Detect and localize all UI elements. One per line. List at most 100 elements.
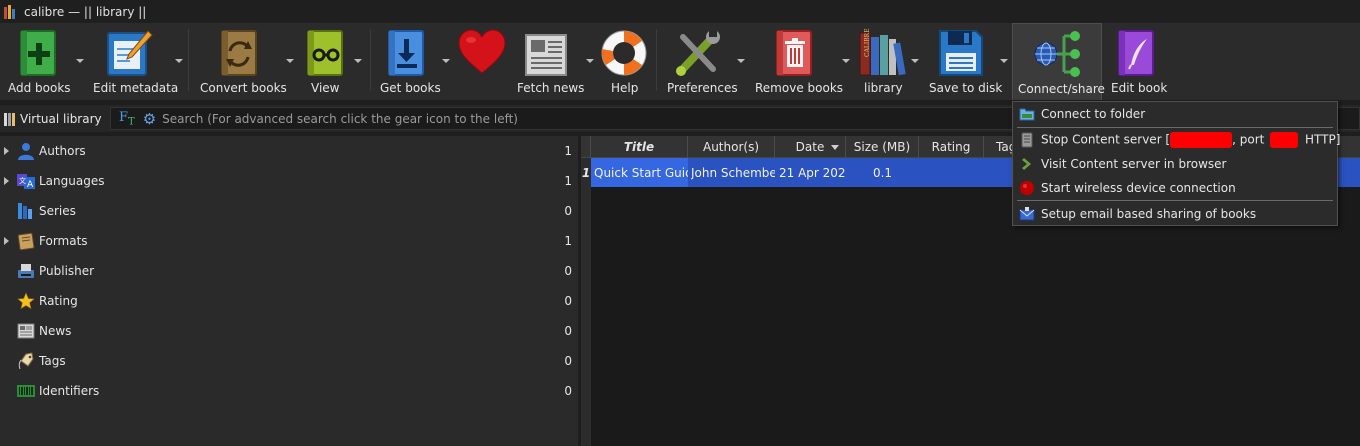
expand-arrow-icon[interactable] <box>4 177 9 185</box>
edit-metadata-label: Edit metadata <box>93 81 179 95</box>
get-books-icon <box>388 30 424 76</box>
get-books-label: Get books <box>380 81 441 95</box>
edit-metadata-dropdown-arrow[interactable] <box>175 59 183 63</box>
virtual-library-icon <box>4 112 16 126</box>
remove-books-button[interactable]: Remove books <box>752 23 843 100</box>
expand-arrow-icon[interactable] <box>4 147 9 155</box>
fetch-news-dropdown-arrow[interactable] <box>586 59 594 63</box>
title-bar: calibre — || library || <box>0 0 1360 23</box>
redacted-address <box>1170 132 1233 148</box>
svg-text:CALIBRE: CALIBRE <box>864 28 871 57</box>
edit-book-label: Edit book <box>1111 81 1168 95</box>
tag-label: Formats <box>39 234 88 248</box>
expand-arrow-icon[interactable] <box>4 237 9 245</box>
tag-browser-item-languages[interactable]: A 文 Languages 1 <box>0 166 578 196</box>
get-books-dropdown-arrow[interactable] <box>442 59 450 63</box>
tag-browser-item-news[interactable]: News 0 <box>0 316 578 346</box>
cell-date[interactable]: 21 Apr 2025 <box>779 158 846 187</box>
connect-share-icon <box>1034 31 1080 77</box>
add-books-dropdown-arrow[interactable] <box>76 59 84 63</box>
fetch-news-label: Fetch news <box>517 81 585 95</box>
preferences-label: Preferences <box>667 81 738 95</box>
cell-rating[interactable] <box>919 158 984 187</box>
tag-browser-item-authors[interactable]: Authors 1 <box>0 136 578 166</box>
column-header-authors[interactable]: Author(s) <box>688 136 775 158</box>
get-books-button[interactable]: Get books <box>376 23 441 100</box>
view-dropdown-arrow[interactable] <box>354 59 362 63</box>
email-icon <box>1019 207 1035 221</box>
rating-star-icon <box>17 292 35 310</box>
svg-text:文: 文 <box>19 176 26 185</box>
donate-heart-button[interactable] <box>454 23 510 100</box>
tag-browser-item-identifiers[interactable]: Identifiers 0 <box>0 376 578 406</box>
preferences-dropdown-arrow[interactable] <box>737 59 745 63</box>
search-input[interactable]: Search (For advanced search click the ge… <box>162 112 518 126</box>
convert-books-dropdown-arrow[interactable] <box>286 59 294 63</box>
tag-browser-item-publisher[interactable]: Publisher 0 <box>0 256 578 286</box>
tag-label: Languages <box>39 174 105 188</box>
cell-size[interactable]: 0.1 <box>846 158 919 187</box>
menu-item-label: Stop Content server [, port HTTP] <box>1041 132 1340 148</box>
library-label: library <box>864 81 903 95</box>
tag-browser-item-formats[interactable]: Formats 1 <box>0 226 578 256</box>
column-header-title[interactable]: Title <box>591 136 688 158</box>
tag-browser-item-tags[interactable]: Tags 0 <box>0 346 578 376</box>
add-books-button[interactable]: Add books <box>4 23 72 100</box>
column-header-rating[interactable]: Rating <box>919 136 984 158</box>
identifiers-barcode-icon <box>17 385 35 397</box>
window-title: calibre — || library || <box>24 4 147 19</box>
fetch-news-icon <box>525 34 567 76</box>
view-button[interactable]: View <box>300 23 348 100</box>
edit-book-button[interactable]: Edit book <box>1106 23 1168 100</box>
fetch-news-button[interactable]: Fetch news <box>514 23 584 100</box>
save-to-disk-dropdown-arrow[interactable] <box>1000 59 1008 63</box>
menu-separator <box>1017 200 1333 201</box>
row-number-header <box>581 136 591 158</box>
tag-count: 0 <box>564 384 572 398</box>
connect-share-button[interactable]: Connect/share <box>1012 23 1105 100</box>
preferences-button[interactable]: Preferences <box>664 23 738 100</box>
main-toolbar: Add books Edit metadata Convert books Vi… <box>0 23 1360 100</box>
menu-item-start-wireless-connection[interactable]: Start wireless device connection <box>1013 176 1337 200</box>
tag-browser-item-series[interactable]: Series 0 <box>0 196 578 226</box>
virtual-library-button[interactable]: Virtual library <box>4 109 102 129</box>
redacted-port <box>1270 132 1299 148</box>
toolbar-separator <box>370 29 371 91</box>
edit-metadata-button[interactable]: Edit metadata <box>90 23 178 100</box>
full-text-search-icon[interactable]: FT <box>119 110 135 128</box>
tag-count: 1 <box>564 234 572 248</box>
toolbar-separator <box>656 29 657 91</box>
gear-icon[interactable]: ⚙ <box>143 110 156 128</box>
menu-item-setup-email-sharing[interactable]: Setup email based sharing of books <box>1013 202 1337 226</box>
column-header-size[interactable]: Size (MB) <box>846 136 919 158</box>
menu-item-connect-to-folder[interactable]: Connect to folder <box>1013 102 1337 126</box>
library-dropdown-arrow[interactable] <box>911 59 919 63</box>
tag-count: 0 <box>564 294 572 308</box>
tag-count: 0 <box>564 204 572 218</box>
convert-books-button[interactable]: Convert books <box>196 23 287 100</box>
column-header-date[interactable]: Date <box>775 136 846 158</box>
remove-books-icon <box>776 30 812 76</box>
menu-item-visit-content-server[interactable]: Visit Content server in browser <box>1013 152 1337 176</box>
help-button[interactable]: Help <box>598 23 650 100</box>
row-gutter <box>581 158 591 446</box>
languages-icon: A 文 <box>17 174 35 190</box>
authors-icon <box>18 143 34 160</box>
calibre-app-icon <box>4 4 18 19</box>
add-books-label: Add books <box>8 81 71 95</box>
menu-item-label: Setup email based sharing of books <box>1041 207 1257 221</box>
tags-icon <box>18 352 34 370</box>
server-label-prefix: Stop Content server [ <box>1041 132 1171 147</box>
remove-books-dropdown-arrow[interactable] <box>842 59 850 63</box>
library-button[interactable]: CALIBRE library <box>856 23 906 100</box>
cell-author[interactable]: John Schember <box>691 158 775 187</box>
cell-title[interactable]: Quick Start Guide <box>591 158 688 187</box>
tag-label: Identifiers <box>39 384 100 398</box>
tag-count: 0 <box>564 264 572 278</box>
tag-browser: Authors 1 A 文 Languages 1 Series 0 Forma… <box>0 136 578 446</box>
save-to-disk-button[interactable]: Save to disk <box>926 23 1002 100</box>
folder-icon <box>1019 108 1035 121</box>
tag-browser-item-rating[interactable]: Rating 0 <box>0 286 578 316</box>
heart-icon <box>458 29 506 74</box>
menu-item-stop-content-server[interactable]: Stop Content server [, port HTTP] <box>1013 128 1340 152</box>
